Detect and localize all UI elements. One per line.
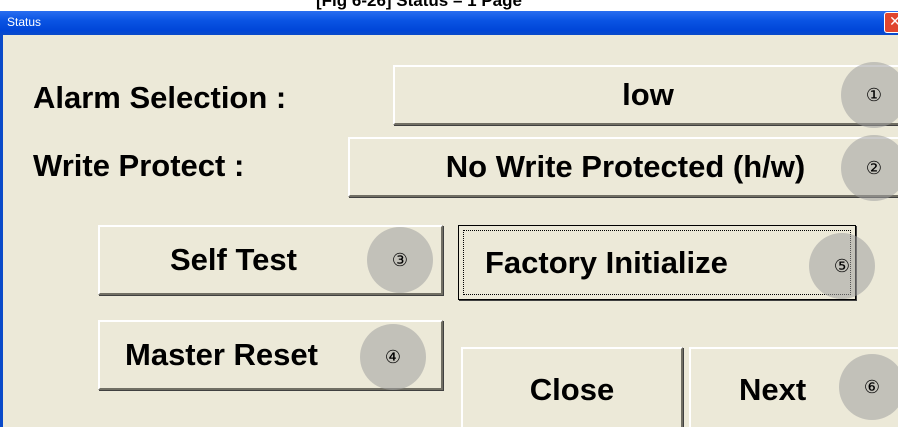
marker-4: ④ [360,324,426,390]
title-bar[interactable]: Status ✕ [0,11,898,35]
write-protect-label: Write Protect : [33,148,245,183]
marker-3: ③ [367,227,433,293]
marker-5: ⑤ [809,233,875,299]
window-title: Status [7,15,42,29]
status-window: Status ✕ Alarm Selection : low ① Write P… [0,11,898,427]
marker-6: ⑥ [839,354,898,420]
figure-caption-text: [Fig 6-26] Status – 1 Page [316,0,522,10]
marker-2: ② [841,135,898,201]
write-protect-button[interactable]: No Write Protected (h/w) [348,137,898,197]
factory-initialize-button[interactable]: Factory Initialize [458,225,856,300]
close-icon[interactable]: ✕ [884,12,898,33]
close-button[interactable]: Close [461,347,683,427]
alarm-selection-label: Alarm Selection : [33,80,287,115]
alarm-selection-button[interactable]: low [393,65,898,125]
dialog-body: Alarm Selection : low ① Write Protect : … [0,35,898,427]
marker-1: ① [841,62,898,128]
